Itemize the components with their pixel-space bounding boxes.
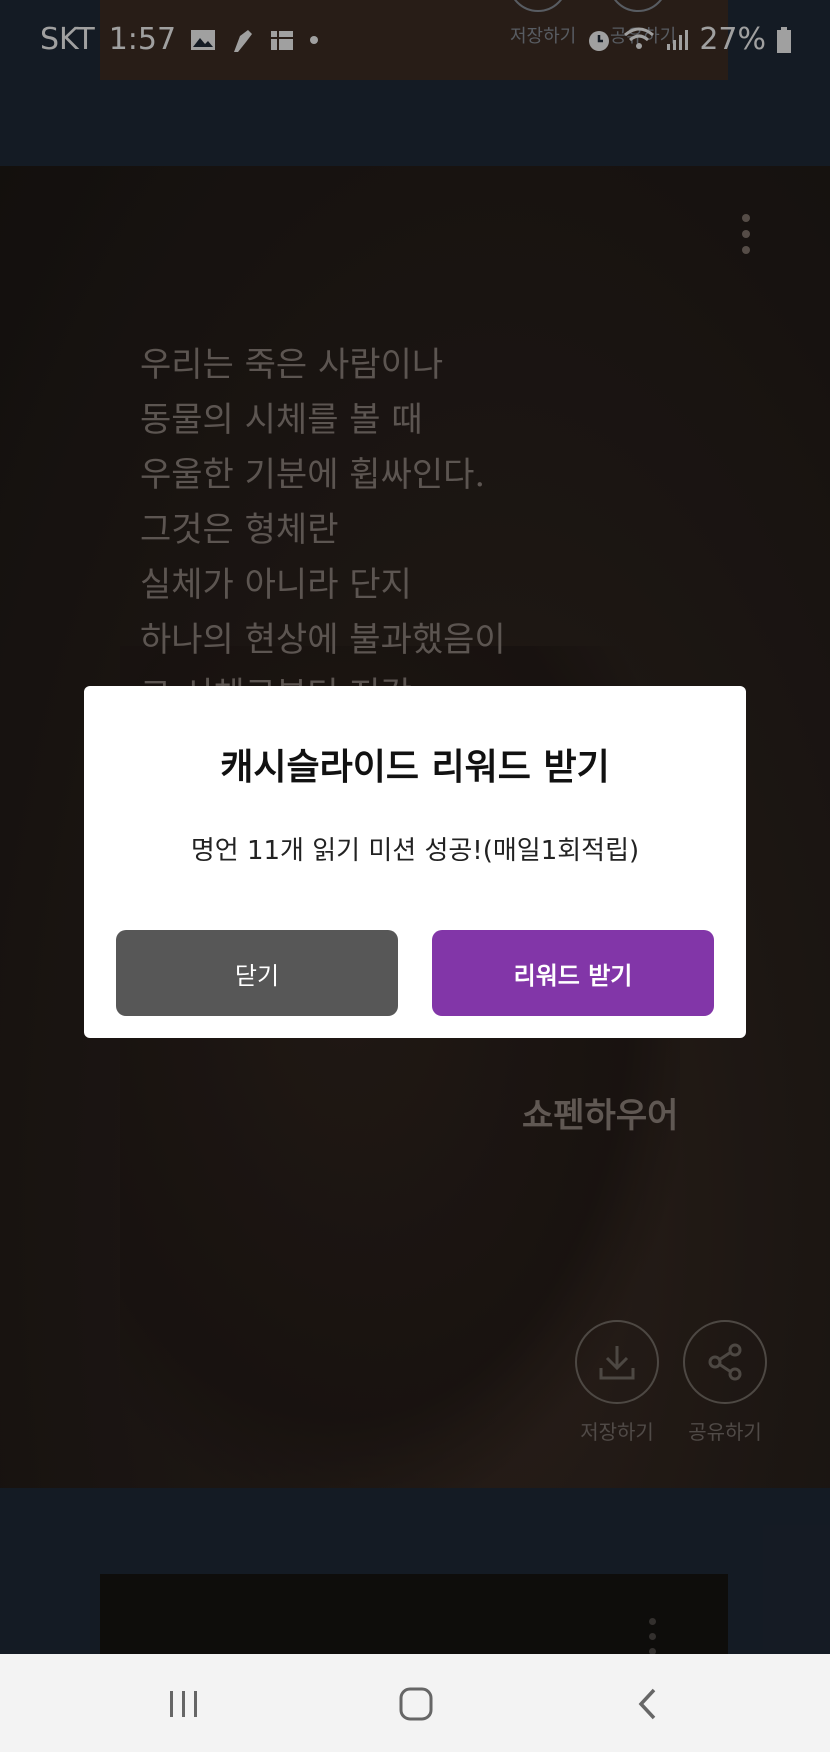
navigation-bar — [0, 1654, 830, 1752]
reward-dialog: 캐시슬라이드 리워드 받기 명언 11개 읽기 미션 성공!(매일1회적립) 닫… — [84, 686, 746, 1038]
dialog-message: 명언 11개 읽기 미션 성공!(매일1회적립) — [190, 836, 640, 866]
close-button[interactable]: 닫기 — [116, 930, 398, 1016]
back-icon[interactable] — [628, 1684, 668, 1724]
receive-reward-button[interactable]: 리워드 받기 — [432, 930, 714, 1016]
recent-apps-icon[interactable] — [164, 1684, 204, 1724]
home-icon[interactable] — [396, 1684, 436, 1724]
dialog-title: 캐시슬라이드 리워드 받기 — [220, 747, 610, 788]
